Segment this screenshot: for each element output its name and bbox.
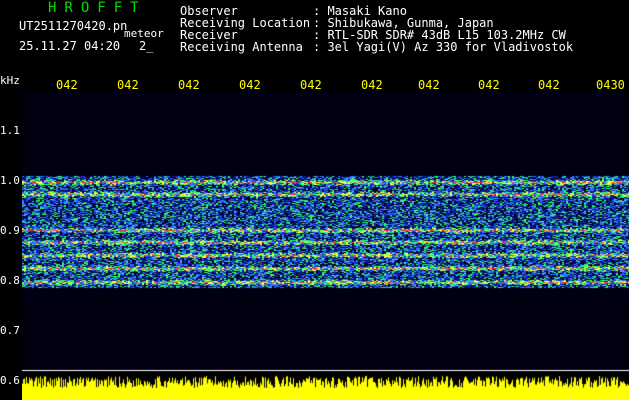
x-tick-label: 0430 — [596, 78, 625, 92]
y-tick-label: 0.6 — [0, 374, 20, 387]
y-axis-unit: kHz — [0, 74, 20, 87]
x-tick-label: 042 — [538, 78, 560, 92]
y-tick-label: 1.0 — [0, 174, 20, 187]
y-tick-label: 1.1 — [0, 124, 20, 137]
x-tick-label: 042 — [478, 78, 500, 92]
spectrogram-canvas — [22, 92, 629, 372]
y-tick-label: 0.8 — [0, 274, 20, 287]
file-name: UT2511270420.pn — [19, 19, 128, 33]
date-time: 25.11.27 04:20 — [19, 39, 121, 53]
antenna-label: Receiving Antenna — [180, 40, 303, 54]
x-tick-label: 042 — [178, 78, 200, 92]
signal-strength-trace — [22, 372, 629, 400]
app-brand-label: HROFFT — [48, 0, 147, 16]
y-tick-label: 0.7 — [0, 324, 20, 337]
x-tick-label: 042 — [418, 78, 440, 92]
x-tick-label: 042 — [239, 78, 261, 92]
date-time-extra: 2_ — [139, 39, 154, 53]
x-tick-label: 042 — [361, 78, 383, 92]
antenna-value: : 3el Yagi(V) Az 330 for Vladivostok — [313, 40, 574, 54]
x-tick-label: 042 — [117, 78, 139, 92]
x-tick-label: 042 — [56, 78, 78, 92]
x-tick-label: 042 — [300, 78, 322, 92]
y-tick-label: 0.9 — [0, 224, 20, 237]
